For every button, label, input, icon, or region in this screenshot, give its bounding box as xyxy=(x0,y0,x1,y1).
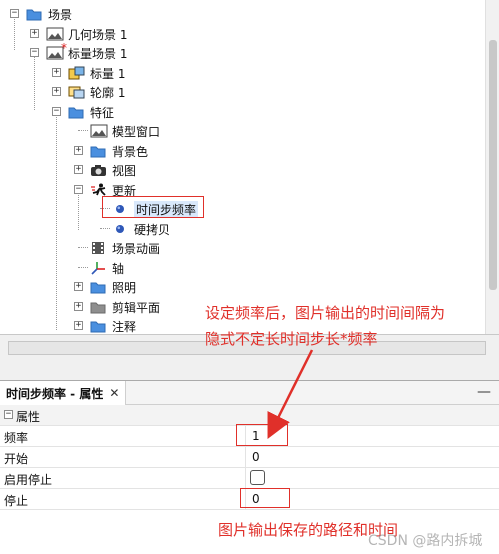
highlight-stop-value xyxy=(240,488,290,508)
tree-item[interactable]: 硬拷贝 xyxy=(0,219,480,238)
modified-marker: * xyxy=(61,41,67,55)
tree-item-label: 特征 xyxy=(90,105,115,120)
axis-icon xyxy=(90,261,106,275)
tree-item[interactable]: + 视图 xyxy=(0,160,480,179)
tree-item-label: 轴 xyxy=(112,261,125,276)
scene-tree: − 场景 + 几何场景 1− * 标量场景 1 + 标量 1 + 轮廓 1− 特征 模型窗口 + 背景色 +… xyxy=(0,0,499,380)
camera-icon xyxy=(90,163,106,177)
tree-item-label: 视图 xyxy=(112,164,137,178)
tree-item-label: 轮廓 1 xyxy=(90,86,126,100)
property-row-enable-stop: 启用停止 xyxy=(0,468,499,489)
expand-icon[interactable]: + xyxy=(74,145,83,155)
tree-item[interactable]: 模型窗口 xyxy=(0,121,480,140)
property-name: 启用停止 xyxy=(4,473,53,487)
annotation-line-1: 设定频率后，图片输出的时间间隔为 xyxy=(205,304,446,322)
tab-properties[interactable]: 时间步频率 - 属性 ✕ xyxy=(0,381,127,405)
tree-item[interactable]: − 场景 xyxy=(0,4,480,23)
watermark: CSDN @路内拆城 xyxy=(368,533,483,549)
tree-item[interactable]: − 更新 xyxy=(0,180,480,199)
tree-item[interactable]: + 照明 xyxy=(0,277,480,296)
collapse-icon[interactable]: − xyxy=(30,48,39,57)
dot-icon xyxy=(112,222,128,236)
scalar-icon xyxy=(68,66,85,80)
tree-item-label: 几何场景 1 xyxy=(68,27,128,42)
folder-icon xyxy=(90,144,106,158)
expand-icon[interactable]: + xyxy=(52,67,61,77)
film-icon xyxy=(90,241,106,255)
expand-icon[interactable]: + xyxy=(74,321,83,330)
folder-icon xyxy=(68,105,84,119)
expand-icon[interactable]: + xyxy=(74,165,83,174)
app-root: − 场景 + 几何场景 1− * 标量场景 1 + 标量 1 + 轮廓 1− 特征 模型窗口 + 背景色 +… xyxy=(0,0,499,554)
image-icon xyxy=(46,46,64,60)
close-icon[interactable]: ✕ xyxy=(109,386,119,400)
group-collapse-icon[interactable]: − xyxy=(4,410,13,419)
property-name: 开始 xyxy=(4,452,29,466)
start-field[interactable]: 0 xyxy=(252,450,260,464)
tree-item-label: 照明 xyxy=(112,281,137,295)
tree-item[interactable]: + 轮廓 1 xyxy=(0,82,480,101)
tree-item[interactable]: − * 标量场景 1 xyxy=(0,41,480,62)
expand-icon[interactable]: + xyxy=(74,301,83,311)
tree-item-label: 剪辑平面 xyxy=(112,300,161,315)
folder-icon xyxy=(90,319,106,333)
properties-header: 时间步频率 - 属性 ✕ — xyxy=(0,381,499,405)
properties-tab-title: 时间步频率 - 属性 xyxy=(6,386,104,401)
tree-item[interactable]: + 几何场景 1 xyxy=(0,24,480,43)
minimize-icon[interactable]: — xyxy=(477,384,491,400)
property-group-row[interactable]: − 属性 xyxy=(0,405,499,426)
highlight-frequency-value xyxy=(236,424,288,446)
property-group-label: 属性 xyxy=(16,410,41,424)
expand-icon[interactable]: + xyxy=(52,87,61,96)
property-name: 停止 xyxy=(4,494,29,508)
property-name: 频率 xyxy=(4,431,29,445)
tree-item[interactable]: 轴 xyxy=(0,258,480,277)
tree-item-label: 硬拷贝 xyxy=(134,222,171,237)
folder-icon xyxy=(26,7,42,21)
image-icon xyxy=(90,124,108,138)
tree-item[interactable]: 场景动画 xyxy=(0,238,480,257)
tree-item-label: 标量 1 xyxy=(90,66,126,81)
tree-item-label: 注释 xyxy=(112,320,137,334)
annotation-line-2: 隐式不定长时间步长*频率 xyxy=(205,330,378,348)
image-icon xyxy=(46,27,64,41)
property-row-start: 开始 0 xyxy=(0,447,499,468)
runner-icon xyxy=(90,183,106,197)
folder-icon xyxy=(90,280,106,294)
tree-item-label: 标量场景 1 xyxy=(68,47,128,61)
collapse-icon[interactable]: − xyxy=(52,106,61,116)
tree-item-label: 背景色 xyxy=(112,144,149,159)
collapse-icon[interactable]: − xyxy=(10,9,19,18)
tree-item-label: 场景 xyxy=(48,8,73,22)
expand-icon[interactable]: + xyxy=(74,282,83,291)
tree-item[interactable]: 时间步频率 xyxy=(0,199,480,218)
tree-scroll-thumb[interactable] xyxy=(489,40,497,290)
highlight-selected-node xyxy=(102,196,204,218)
folder-gray-icon xyxy=(90,300,106,314)
contour-icon xyxy=(68,85,85,99)
tree-item[interactable]: − 特征 xyxy=(0,102,480,121)
tree-item[interactable]: + 背景色 xyxy=(0,141,480,160)
expand-icon[interactable]: + xyxy=(30,28,39,38)
tree-item[interactable]: + 标量 1 xyxy=(0,63,480,82)
tree-vertical-scrollbar[interactable] xyxy=(485,0,499,340)
collapse-icon[interactable]: − xyxy=(74,184,83,194)
tree-item-label: 场景动画 xyxy=(112,242,161,256)
enable-stop-checkbox[interactable] xyxy=(250,470,265,485)
tree-item-label: 模型窗口 xyxy=(112,125,161,139)
